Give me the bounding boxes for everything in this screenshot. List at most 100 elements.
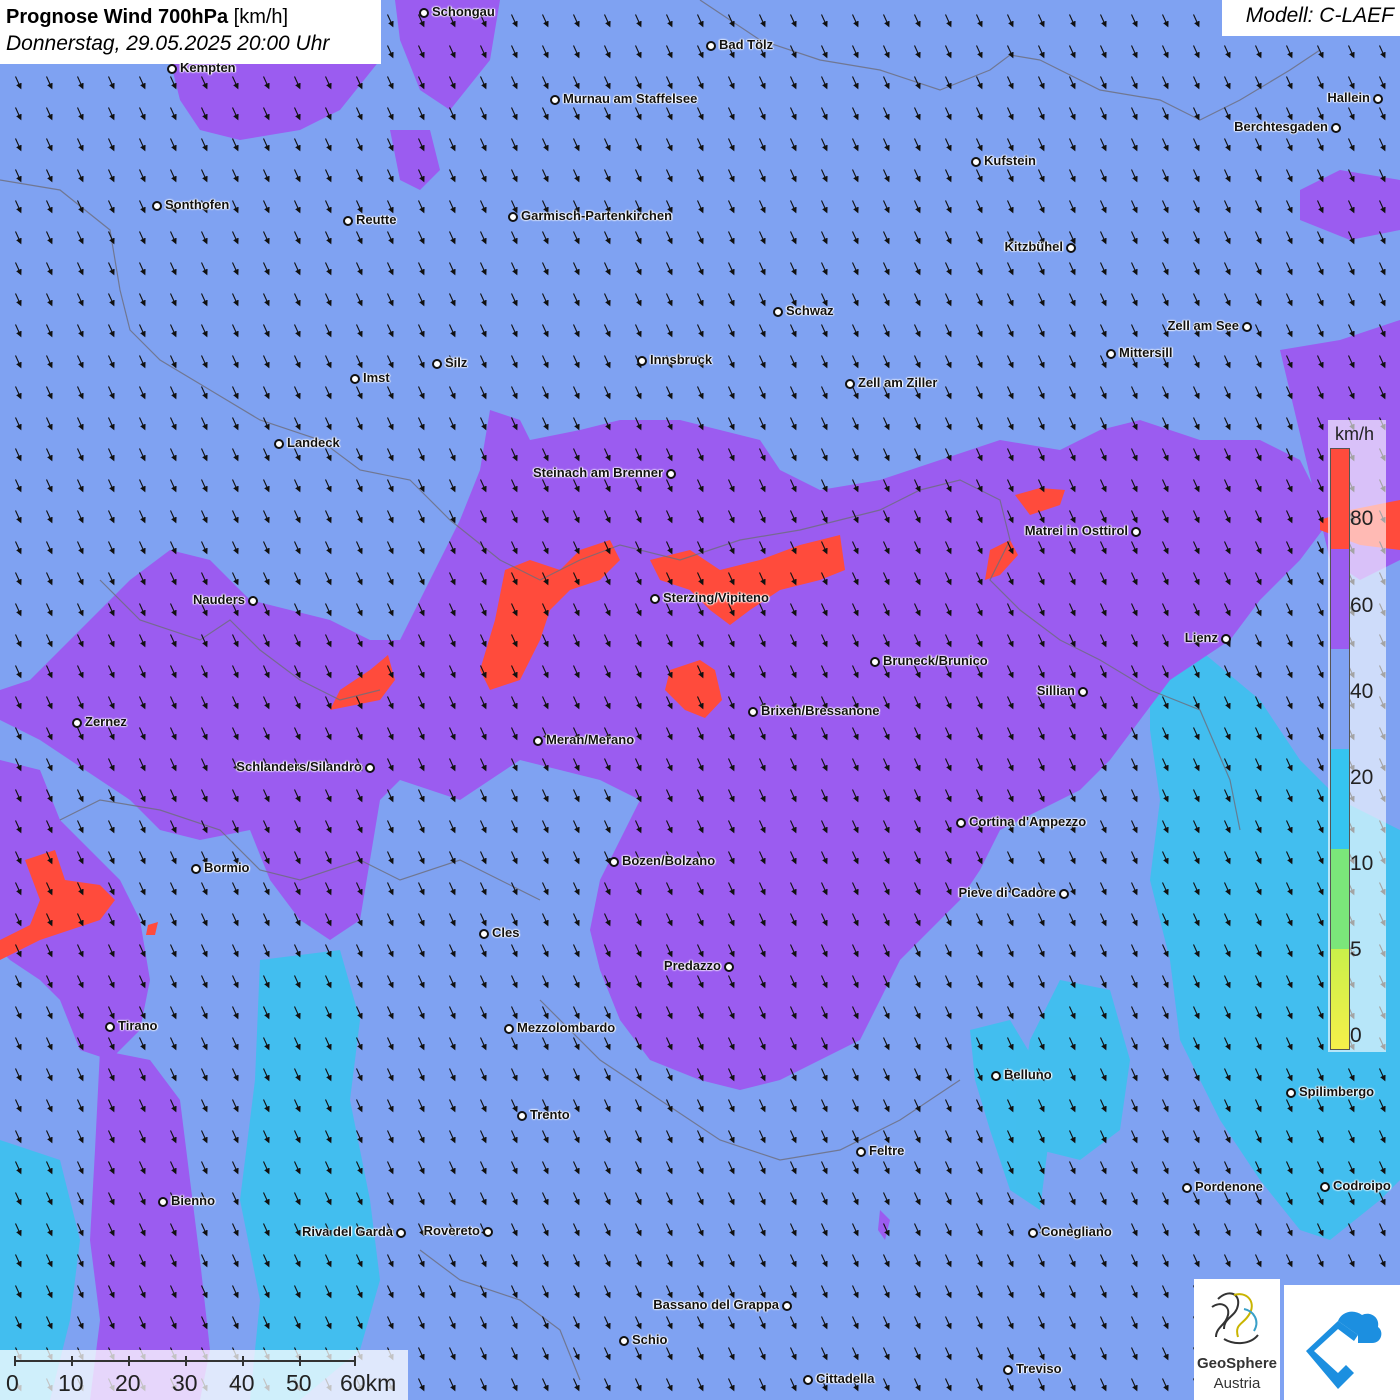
city-marker (856, 1147, 866, 1157)
city-label: Sonthofen (165, 197, 230, 212)
city-marker (72, 718, 82, 728)
scale-tick (242, 1356, 244, 1366)
city-label: Sillian (1036, 683, 1075, 698)
title-box: Prognose Wind 700hPa [km/h] Donnerstag, … (0, 0, 381, 64)
city-label: Reutte (356, 212, 397, 227)
wind-forecast-map[interactable]: Prognose Wind 700hPa [km/h] Donnerstag, … (0, 0, 1400, 1400)
city-marker (1331, 123, 1341, 133)
city-label: Rovereto (423, 1223, 480, 1238)
scale-tick (354, 1356, 356, 1366)
city-label: Silz (445, 355, 468, 370)
city-label: Kempten (180, 60, 236, 75)
city-marker (991, 1071, 1001, 1081)
legend-swatch-60 (1331, 549, 1349, 649)
scale-tick (14, 1356, 16, 1366)
city-marker (152, 201, 162, 211)
city-marker (191, 864, 201, 874)
city-label: Pieve di Cadore (958, 885, 1056, 900)
city-marker (666, 469, 676, 479)
geosphere-logo-text-2: Austria (1213, 1375, 1261, 1392)
city-label: Lienz (1184, 630, 1218, 645)
city-label: Belluno (1004, 1067, 1052, 1082)
city-label: Riva del Garda (301, 1224, 393, 1239)
city-label: Predazzo (663, 958, 721, 973)
city-label: Schongau (432, 4, 495, 19)
city-marker (1078, 687, 1088, 697)
scale-tick (299, 1356, 301, 1366)
city-marker (1059, 889, 1069, 899)
city-marker (782, 1301, 792, 1311)
city-marker (343, 216, 353, 226)
legend-label-20: 20 (1350, 766, 1374, 789)
city-label: Bassano del Grappa (653, 1297, 779, 1312)
city-marker (508, 212, 518, 222)
city-marker (274, 439, 284, 449)
city-label: Conegliano (1041, 1224, 1112, 1239)
city-label: Trento (530, 1107, 570, 1122)
city-marker (956, 818, 966, 828)
scale-label: 30 (172, 1370, 198, 1396)
legend-label-40: 40 (1350, 680, 1374, 703)
city-label: Zell am See (1167, 318, 1239, 333)
city-label: Mittersill (1119, 345, 1173, 360)
scale-label: 60km (340, 1370, 397, 1396)
city-marker (479, 929, 489, 939)
map-title: Prognose Wind 700hPa [km/h] (6, 6, 289, 28)
city-label: Codroipo (1333, 1178, 1391, 1193)
city-label: Cles (492, 925, 520, 940)
city-marker (365, 763, 375, 773)
scale-label: 50 (286, 1370, 312, 1396)
city-marker (1242, 322, 1252, 332)
city-label: Schio (632, 1332, 668, 1347)
legend-label-5: 5 (1350, 938, 1362, 961)
city-marker (1003, 1365, 1013, 1375)
model-label: Modell: C-LAEF (1222, 0, 1400, 36)
city-marker (619, 1336, 629, 1346)
city-label: Bormio (204, 860, 250, 875)
forecast-datetime: Donnerstag, 29.05.2025 20:00 Uhr (6, 32, 330, 55)
city-marker (1106, 349, 1116, 359)
city-marker (803, 1375, 813, 1385)
city-marker (419, 8, 429, 18)
city-label: Berchtesgaden (1234, 119, 1328, 134)
city-label: Tirano (118, 1018, 158, 1033)
city-marker (158, 1197, 168, 1207)
city-label: Matrei in Osttirol (1024, 523, 1128, 538)
geosphere-logo[interactable]: GeoSphere Austria (1194, 1279, 1280, 1400)
city-label: Nauders (192, 592, 245, 607)
city-marker (533, 736, 543, 746)
city-marker (504, 1024, 514, 1034)
city-label: Kitzbühel (1004, 239, 1064, 254)
city-marker (971, 157, 981, 167)
city-marker (1286, 1088, 1296, 1098)
city-label: Mezzolombardo (517, 1020, 616, 1035)
city-marker (396, 1228, 406, 1238)
city-label: Hallein (1327, 90, 1370, 105)
city-marker (748, 707, 758, 717)
legend-label-60: 60 (1350, 594, 1374, 617)
city-marker (1373, 94, 1383, 104)
app-logo-icon (1306, 1311, 1382, 1389)
city-marker (706, 41, 716, 51)
scale-label: 20 (115, 1370, 141, 1396)
city-label: Murnau am Staffelsee (563, 91, 698, 106)
city-marker (105, 1022, 115, 1032)
city-marker (1066, 243, 1076, 253)
city-label: Innsbruck (650, 352, 713, 367)
legend-label-0: 0 (1350, 1024, 1362, 1047)
city-label: Cittadella (816, 1371, 875, 1386)
city-label: Brixen/Bressanone (761, 703, 880, 718)
city-label: Treviso (1016, 1361, 1062, 1376)
legend-color-bar (1330, 448, 1350, 1050)
city-label: Schlanders/Silandro (236, 759, 362, 774)
city-marker (432, 359, 442, 369)
city-label: Schwaz (786, 303, 834, 318)
app-logo[interactable] (1284, 1285, 1400, 1400)
city-marker (483, 1227, 493, 1237)
city-label: Cortina d'Ampezzo (969, 814, 1087, 829)
scale-label: 0 (6, 1370, 19, 1396)
city-label: Kufstein (984, 153, 1036, 168)
legend-swatch-40 (1331, 649, 1349, 749)
city-marker (773, 307, 783, 317)
legend-unit: km/h (1335, 424, 1375, 444)
